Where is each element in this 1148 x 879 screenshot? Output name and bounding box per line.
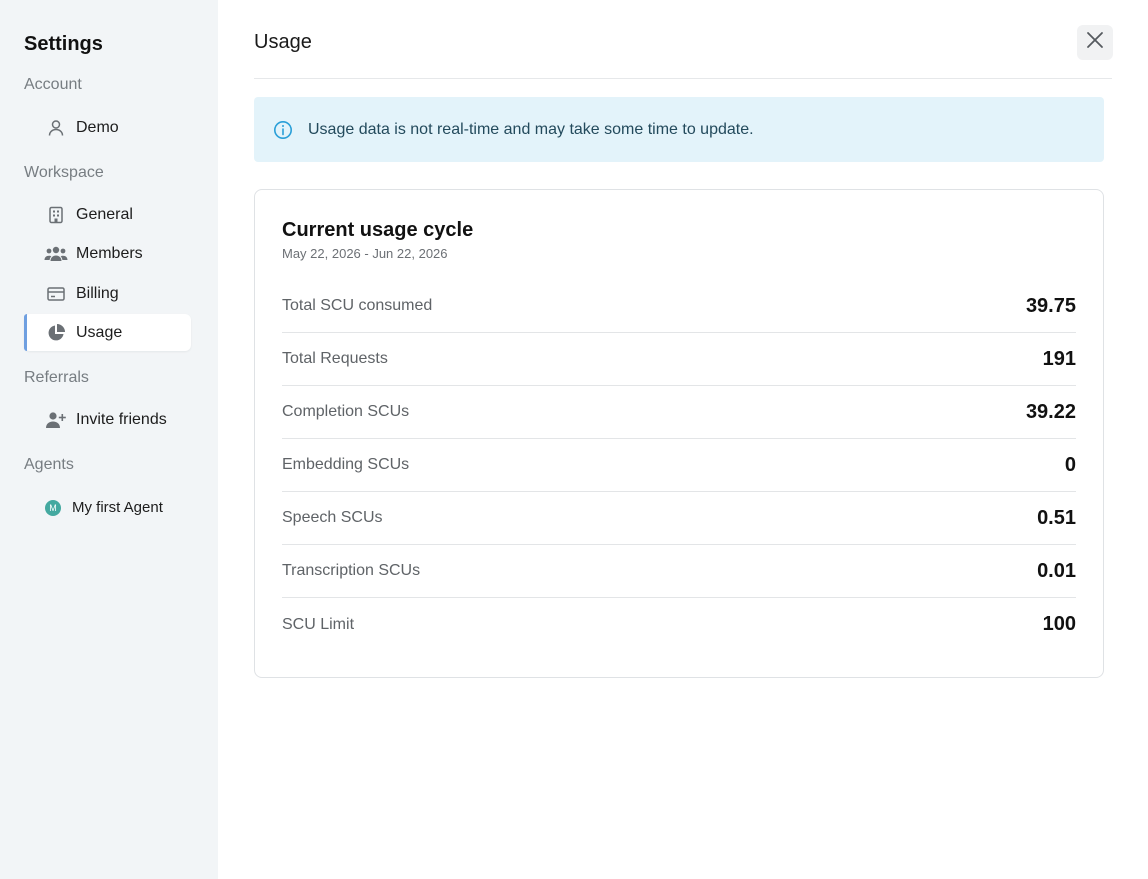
header-divider <box>254 78 1112 79</box>
usage-label: Embedding SCUs <box>282 456 410 473</box>
close-button[interactable] <box>1077 25 1113 60</box>
usage-row-scu-limit: SCU Limit 100 <box>282 598 1076 651</box>
users-icon <box>44 242 68 266</box>
sidebar-item-usage[interactable]: Usage <box>24 314 191 351</box>
usage-row-completion: Completion SCUs 39.22 <box>282 386 1076 439</box>
usage-value: 0.01 <box>1037 559 1076 582</box>
user-icon <box>44 116 68 140</box>
usage-row-total-scu: Total SCU consumed 39.75 <box>282 280 1076 333</box>
sidebar-item-label: Invite friends <box>76 410 167 428</box>
usage-value: 100 <box>1042 613 1076 635</box>
section-label-referrals: Referrals <box>24 369 89 386</box>
close-icon <box>1086 31 1104 54</box>
info-banner: Usage data is not real-time and may take… <box>254 97 1104 162</box>
usage-cycle-card: Current usage cycle May 22, 2026 - Jun 2… <box>254 189 1104 678</box>
info-icon <box>273 120 293 140</box>
usage-label: Total SCU consumed <box>282 297 433 314</box>
info-banner-text: Usage data is not real-time and may take… <box>308 120 754 138</box>
credit-card-icon <box>44 282 68 306</box>
usage-row-speech: Speech SCUs 0.51 <box>282 492 1076 545</box>
section-label-workspace: Workspace <box>24 164 104 181</box>
pie-chart-icon <box>44 321 68 345</box>
usage-value: 0 <box>1064 453 1076 476</box>
usage-value: 0.51 <box>1037 506 1076 529</box>
sidebar-item-label: Demo <box>76 118 119 136</box>
sidebar-item-agent[interactable]: M My first Agent <box>24 489 191 526</box>
usage-period: May 22, 2026 - Jun 22, 2026 <box>282 246 448 261</box>
agent-avatar: M <box>44 496 62 520</box>
usage-label: Transcription SCUs <box>282 562 421 579</box>
usage-label: Completion SCUs <box>282 403 410 420</box>
settings-sidebar: Settings Account Demo Workspace General … <box>0 0 218 879</box>
building-icon <box>44 203 68 227</box>
usage-label: Total Requests <box>282 350 388 367</box>
sidebar-item-label: General <box>76 205 133 223</box>
sidebar-item-label: Usage <box>76 323 123 341</box>
usage-row-total-requests: Total Requests 191 <box>282 333 1076 386</box>
usage-label: SCU Limit <box>282 615 355 633</box>
usage-row-transcription: Transcription SCUs 0.01 <box>282 545 1076 598</box>
section-label-agents: Agents <box>24 456 74 473</box>
sidebar-item-billing[interactable]: Billing <box>24 275 191 312</box>
page-title: Usage <box>254 31 312 53</box>
sidebar-item-label: Billing <box>76 284 119 302</box>
usage-value: 39.22 <box>1025 400 1076 423</box>
agent-avatar-initial: M <box>45 499 61 516</box>
usage-row-embedding: Embedding SCUs 0 <box>282 439 1076 492</box>
user-plus-icon <box>44 408 68 432</box>
sidebar-item-label: Members <box>76 244 143 262</box>
sidebar-title: Settings <box>24 33 103 55</box>
sidebar-item-general[interactable]: General <box>24 196 191 233</box>
card-title: Current usage cycle <box>282 219 474 241</box>
sidebar-item-demo[interactable]: Demo <box>24 109 191 146</box>
section-label-account: Account <box>24 76 82 93</box>
sidebar-item-members[interactable]: Members <box>24 235 191 272</box>
sidebar-item-invite-friends[interactable]: Invite friends <box>24 401 191 438</box>
usage-value: 191 <box>1042 347 1076 370</box>
usage-label: Speech SCUs <box>282 509 383 526</box>
sidebar-item-label: My first Agent <box>72 499 163 516</box>
usage-value: 39.75 <box>1025 294 1076 317</box>
